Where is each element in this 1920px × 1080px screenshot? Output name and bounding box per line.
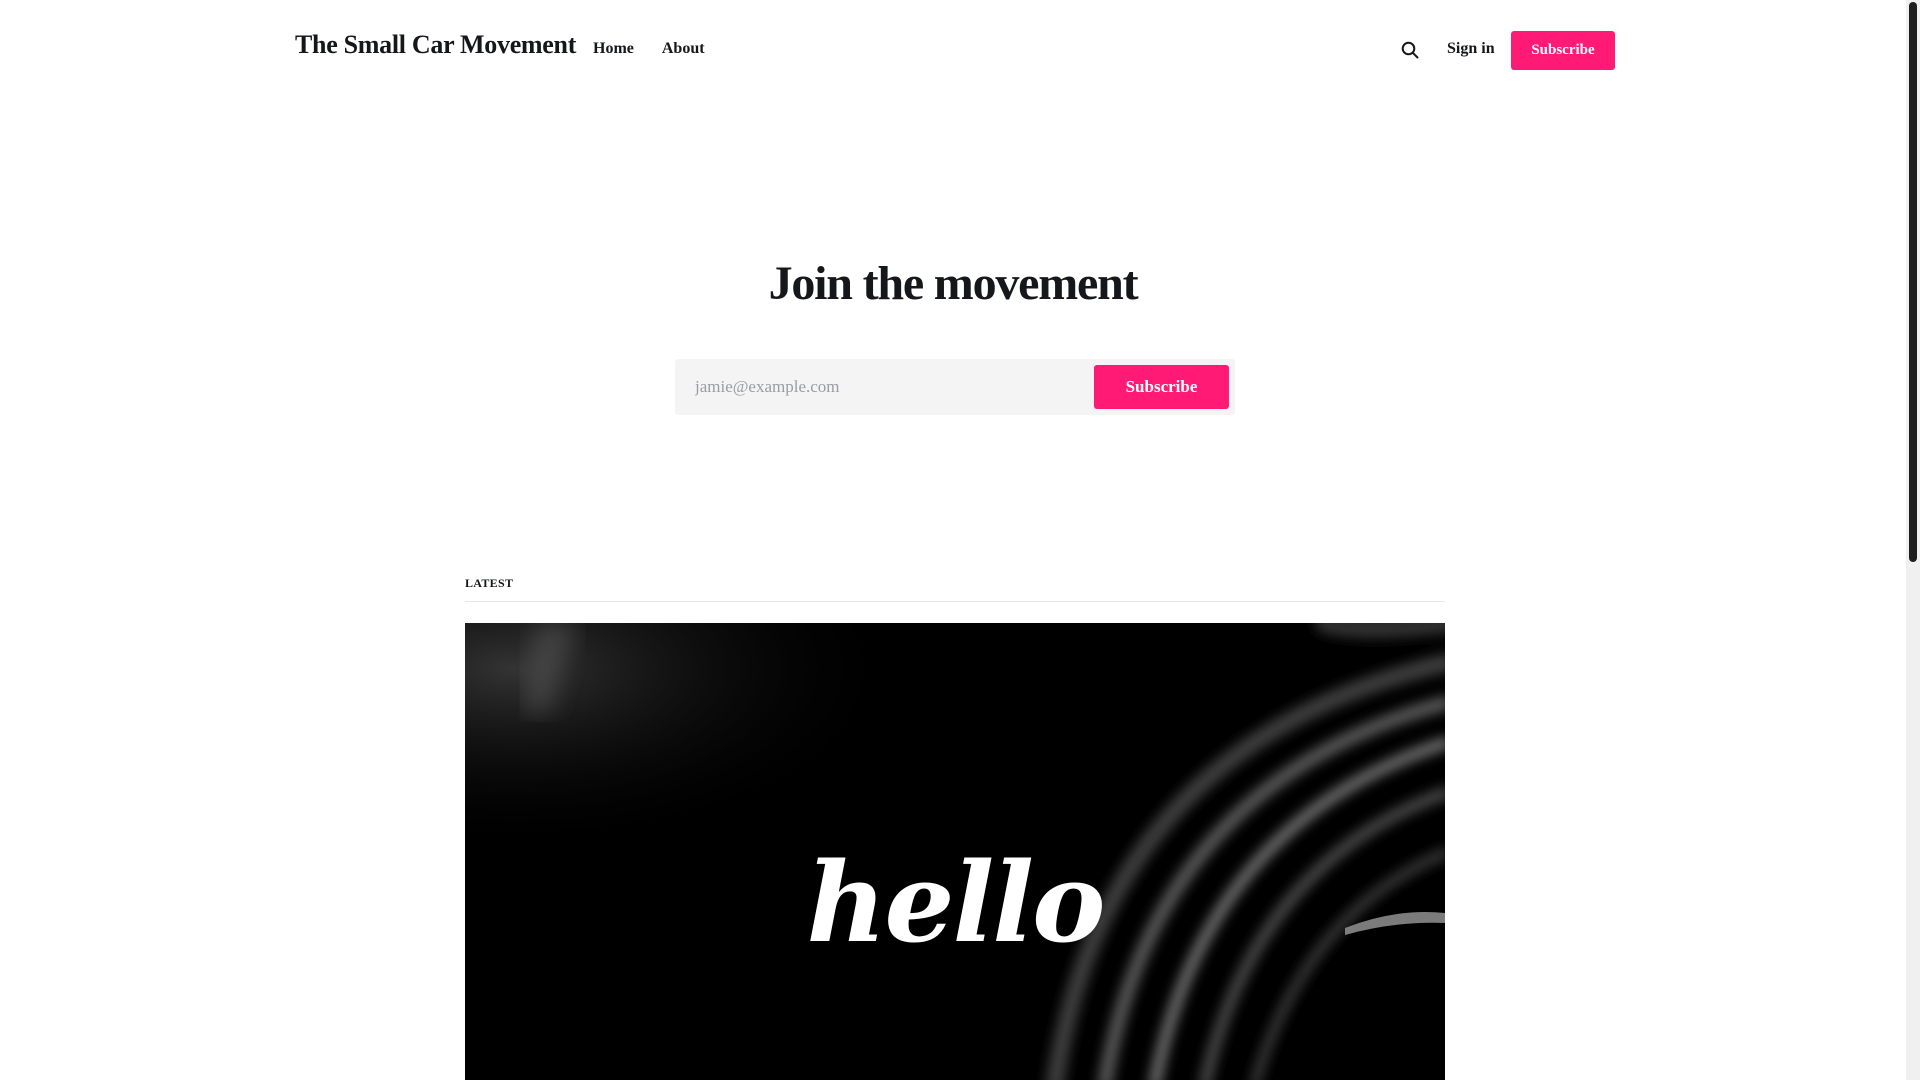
email-input[interactable] — [675, 359, 1085, 415]
nav-link-about[interactable]: About — [662, 40, 705, 58]
hero-title: Join the movement — [768, 257, 1139, 310]
header-subscribe-button[interactable]: Subscribe — [1511, 31, 1615, 70]
search-icon — [1401, 41, 1419, 59]
feature-image-text: hello — [807, 838, 1104, 967]
subscribe-button[interactable]: Subscribe — [1094, 365, 1229, 409]
site-title[interactable]: The Small Car Movement — [295, 30, 576, 60]
featured-post-image[interactable]: hello — [465, 623, 1445, 1080]
latest-section-label: LATEST — [465, 576, 514, 590]
page: The Small Car Movement Home About Sign i… — [0, 0, 1906, 1080]
site-header: The Small Car Movement Home About Sign i… — [0, 0, 1906, 100]
scrollbar-thumb[interactable] — [1909, 2, 1917, 562]
subscribe-form: Subscribe — [675, 359, 1235, 415]
nav-link-home[interactable]: Home — [593, 40, 634, 58]
search-button[interactable] — [1398, 38, 1422, 62]
sign-in-link[interactable]: Sign in — [1447, 40, 1495, 58]
hello-script-graphic: hello — [807, 838, 1106, 967]
section-divider — [465, 601, 1445, 602]
main-nav: Home About — [593, 40, 705, 58]
page-scrollbar[interactable] — [1906, 0, 1920, 1080]
